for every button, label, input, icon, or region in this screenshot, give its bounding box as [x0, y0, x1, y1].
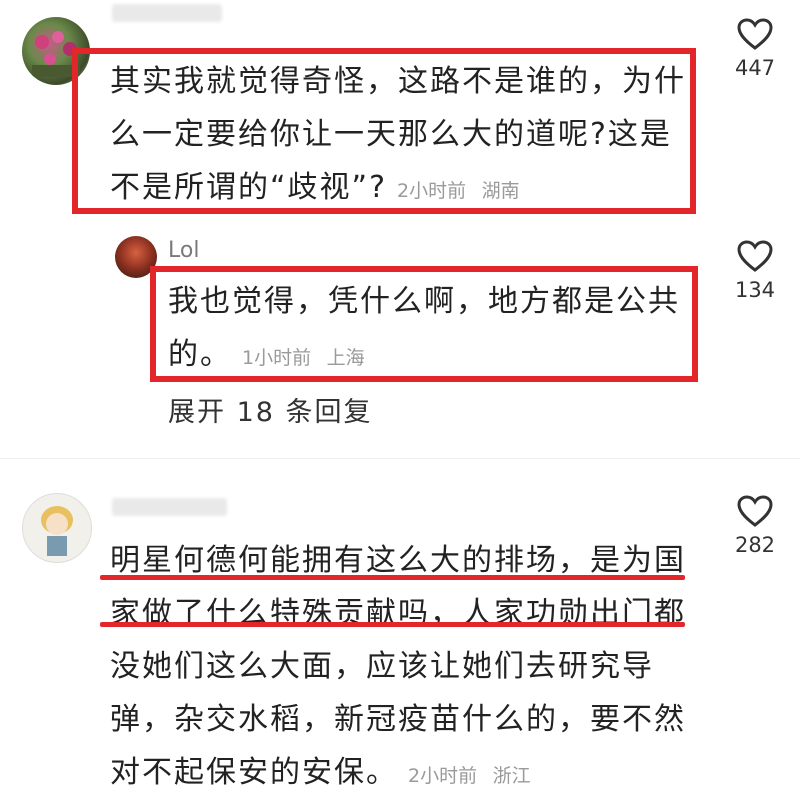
- heart-outline-icon: [737, 18, 773, 50]
- comment-location: 浙江: [492, 765, 531, 787]
- expand-replies-button[interactable]: 展开 18 条回复: [168, 390, 373, 429]
- avatar[interactable]: [22, 493, 92, 563]
- comment-line: 我也觉得，凭什么啊，地方都是公共: [168, 284, 680, 319]
- comment-time: 2小时前: [397, 180, 467, 202]
- heart-outline-icon: [737, 240, 773, 272]
- comment-time: 1小时前: [242, 347, 312, 369]
- highlight-underline: [100, 622, 685, 627]
- comment-line: 么一定要给你让一天那么大的道呢?这是: [110, 117, 672, 152]
- comment-text: 我也觉得，凭什么啊，地方都是公共 的。 1小时前 上海: [168, 275, 688, 385]
- comment-line: 弹，杂交水稻，新冠疫苗什么的，要不然: [110, 702, 686, 737]
- divider: [0, 458, 800, 459]
- like-count: 447: [734, 56, 776, 80]
- highlight-underline: [100, 575, 685, 580]
- comment-location: 湖南: [481, 180, 520, 202]
- reply-username[interactable]: Lol: [168, 238, 199, 263]
- like-count: 134: [734, 278, 776, 302]
- avatar-cartoon-icon: [41, 506, 73, 556]
- username-hidden: [112, 4, 222, 22]
- comment-line: 其实我就觉得奇怪，这路不是谁的，为什: [110, 64, 686, 99]
- comment-text: 其实我就觉得奇怪，这路不是谁的，为什 么一定要给你让一天那么大的道呢?这是 不是…: [110, 55, 690, 218]
- comment-line: 家做了什么特殊贡献吗，人家功勋出门都: [110, 596, 686, 631]
- comment-line: 的。 1小时前 上海: [168, 337, 365, 372]
- comment-line: 不是所谓的“歧视”? 2小时前 湖南: [110, 170, 520, 205]
- username-hidden: [112, 498, 227, 516]
- like-count: 282: [734, 533, 776, 557]
- comment-time: 2小时前: [408, 765, 478, 787]
- like-button[interactable]: 282: [725, 495, 785, 557]
- like-button[interactable]: 447: [725, 18, 785, 80]
- comment-line: 没她们这么大面，应该让她们去研究导: [110, 649, 654, 684]
- comment-line: 对不起保安的安保。 2小时前 浙江: [110, 755, 531, 790]
- comment-location: 上海: [326, 347, 365, 369]
- heart-outline-icon: [737, 495, 773, 527]
- like-button[interactable]: 134: [725, 240, 785, 302]
